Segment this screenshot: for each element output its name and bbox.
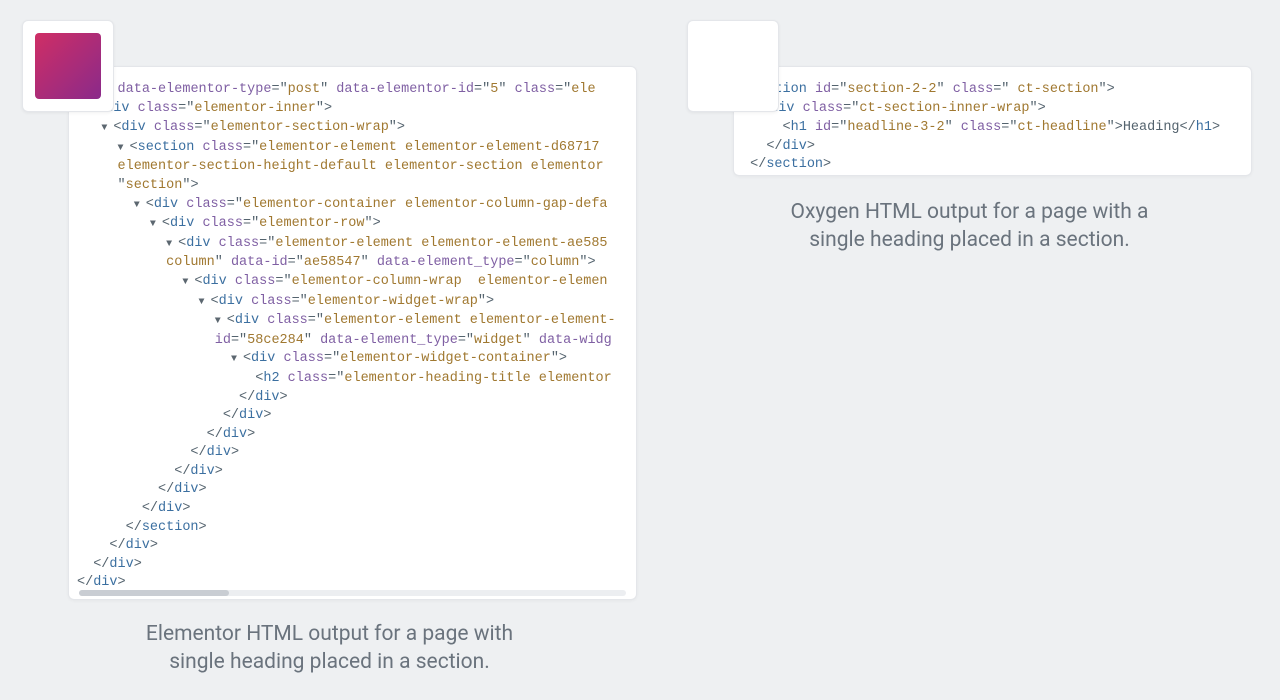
elementor-logo-icon <box>35 33 101 99</box>
elementor-caption: Elementor HTML output for a page with si… <box>22 620 637 677</box>
elementor-code-card: <div data-elementor-type="post" data-ele… <box>68 66 637 600</box>
oxygen-caption: Oxygen HTML output for a page with a sin… <box>687 198 1252 255</box>
elementor-column: <div data-elementor-type="post" data-ele… <box>22 20 637 677</box>
elementor-logo-badge <box>22 20 114 112</box>
horizontal-scrollbar[interactable] <box>79 590 626 596</box>
oxygen-code-card: <section id="section-2-2" class=" ct-sec… <box>733 66 1252 176</box>
elementor-code-block: <div data-elementor-type="post" data-ele… <box>77 81 628 593</box>
scrollbar-thumb[interactable] <box>79 590 229 596</box>
oxygen-column: <section id="section-2-2" class=" ct-sec… <box>687 20 1252 255</box>
oxygen-logo-badge <box>687 20 779 112</box>
oxygen-code-block: <section id="section-2-2" class=" ct-sec… <box>742 81 1243 175</box>
